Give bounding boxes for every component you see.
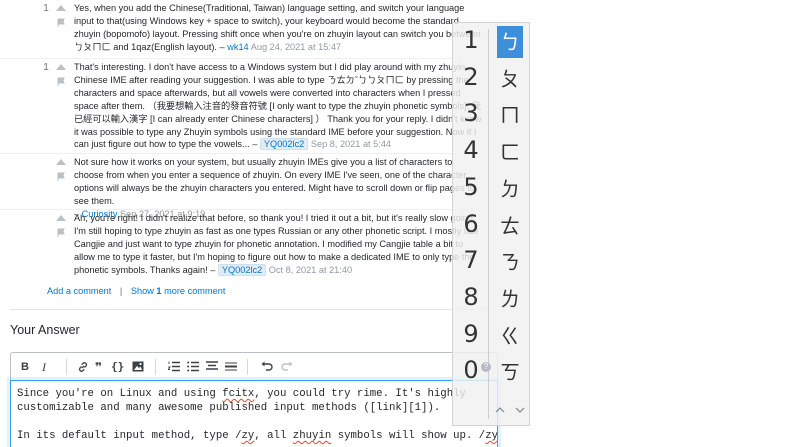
comment-text: Not sure how it works on your system, bu… (74, 157, 475, 206)
comment-item: Ah, you're right! I didn't realize that … (0, 209, 500, 277)
upvote-icon[interactable] (56, 215, 66, 221)
comment-date[interactable]: Aug 24, 2021 at 15:47 (251, 42, 341, 52)
ime-candidate-number: 1 (463, 26, 479, 54)
ime-candidate[interactable]: 6ㄊ (453, 208, 531, 244)
ime-candidate[interactable]: 0ㄎ (453, 354, 531, 390)
ime-candidate-symbol: ㄅ (497, 26, 523, 58)
ordered-list-icon[interactable] (168, 361, 180, 372)
ime-candidate-number: 3 (463, 99, 479, 128)
show-more-suffix: more comment (164, 286, 226, 296)
comment-score: 1 (43, 3, 49, 14)
flag-icon[interactable] (56, 228, 66, 238)
image-icon[interactable] (132, 361, 144, 372)
add-comment-link[interactable]: Add a comment (47, 286, 111, 296)
ime-candidate[interactable]: 1ㄅ (453, 24, 531, 60)
ime-candidate-symbol: ㄆ (500, 66, 520, 91)
ime-candidate[interactable]: 8ㄌ (453, 281, 531, 317)
redo-icon[interactable] (281, 361, 293, 372)
ime-candidate-symbol: ㄋ (500, 250, 520, 275)
ime-candidate-number: 9 (463, 319, 479, 348)
upvote-icon[interactable] (56, 159, 66, 165)
upvote-icon[interactable] (56, 64, 66, 70)
ime-candidate[interactable]: 9ㄍ (453, 318, 531, 354)
ime-candidate-number: 7 (463, 246, 479, 275)
ime-candidate-symbol: ㄈ (500, 140, 520, 165)
comment-item: 1 Yes, when you add the Chinese(Traditio… (0, 0, 500, 56)
comment-body: Yes, when you add the Chinese(Traditiona… (74, 3, 481, 52)
ime-candidate[interactable]: 3ㄇ (453, 97, 531, 133)
code-icon[interactable]: {} (111, 361, 124, 373)
comment-date[interactable]: Oct 8, 2021 at 21:40 (269, 265, 352, 275)
horizontal-rule-icon[interactable] (225, 361, 237, 372)
comment-item: 1 That's interesting. I don't have acces… (0, 58, 500, 151)
show-more-prefix: Show (130, 286, 154, 296)
ime-candidate-symbol: ㄇ (500, 103, 520, 128)
link-icon[interactable] (77, 361, 89, 373)
spellcheck-word: fcitx (222, 388, 255, 400)
flag-icon[interactable] (56, 172, 66, 182)
ime-prev-page-icon[interactable] (495, 403, 505, 417)
comment-text: That's interesting. I don't have access … (74, 62, 482, 150)
ime-candidate[interactable]: 2ㄆ (453, 61, 531, 97)
ime-candidate[interactable]: 4ㄈ (453, 134, 531, 170)
italic-icon[interactable]: I (42, 361, 46, 373)
spellcheck-word: zy (241, 430, 255, 442)
comment-body: That's interesting. I don't have access … (74, 62, 482, 151)
comment-body: Ah, you're right! I didn't realize that … (74, 213, 479, 276)
ime-candidate-symbol: ㄎ (500, 360, 520, 385)
ime-candidate-symbol: ㄉ (500, 176, 520, 201)
flag-icon[interactable] (56, 77, 66, 87)
ime-candidate-number: 2 (463, 62, 479, 91)
editor-line-2: customizable and many awesome published … (17, 402, 441, 414)
ime-candidate-number: 8 (463, 282, 479, 311)
spellcheck-word: zy (485, 430, 498, 442)
toolbar-separator (247, 359, 248, 375)
heading-icon[interactable] (206, 361, 218, 372)
ime-candidate-number: 0 (463, 356, 479, 385)
section-divider (10, 309, 498, 310)
ime-candidate-number: 5 (463, 172, 479, 201)
ime-candidate-symbol: ㄊ (500, 213, 520, 238)
your-answer-heading: Your Answer (10, 323, 80, 337)
comment-date[interactable]: Sep 8, 2021 at 5:44 (311, 139, 391, 149)
editor-line-4: In its default input method, type /zy, a… (17, 430, 498, 442)
comment-links-separator: | (119, 286, 123, 296)
quote-icon[interactable]: ❞ (95, 361, 102, 373)
help-icon[interactable]: ? (481, 362, 491, 372)
undo-icon[interactable] (261, 361, 273, 372)
toolbar-separator (66, 359, 67, 375)
spellcheck-word: zhuyin (292, 430, 332, 442)
upvote-icon[interactable] (56, 5, 66, 11)
ime-candidate[interactable]: 7ㄋ (453, 244, 531, 280)
ime-candidate-number: 6 (463, 209, 479, 238)
editor-line-1: Since you're on Linux and using fcitx, y… (17, 388, 466, 400)
ime-candidate-number: 4 (463, 136, 479, 165)
comment-links: Add a comment | Show 1 more comment (47, 286, 225, 296)
ime-candidate-symbol: ㄍ (500, 323, 520, 348)
show-more-comments-link[interactable]: Show 1 more comment (131, 286, 226, 296)
answer-editor[interactable]: Since you're on Linux and using fcitx, y… (10, 380, 498, 447)
unordered-list-icon[interactable] (187, 361, 199, 372)
comment-user-link[interactable]: YQ002lc2 (217, 263, 267, 276)
editor-toolbar: B I ❞ {} (10, 352, 498, 381)
comment-user-link[interactable]: YQ002lc2 (259, 138, 309, 151)
comment-item: Not sure how it works on your system, bu… (0, 153, 500, 219)
ime-candidate-symbol: ㄌ (500, 286, 520, 311)
flag-icon[interactable] (56, 18, 66, 28)
comment-user-link[interactable]: wk14 (227, 42, 248, 52)
ime-next-page-icon[interactable] (515, 403, 525, 417)
comment-score: 1 (43, 62, 49, 73)
ime-candidate-window: 1ㄅ2ㄆ3ㄇ4ㄈ5ㄉ6ㄊ7ㄋ8ㄌ9ㄍ0ㄎ ? (452, 22, 530, 426)
ime-candidate[interactable]: 5ㄉ (453, 171, 531, 207)
bold-icon[interactable]: B (21, 361, 29, 373)
show-more-count: 1 (156, 286, 162, 296)
toolbar-separator (155, 359, 156, 375)
